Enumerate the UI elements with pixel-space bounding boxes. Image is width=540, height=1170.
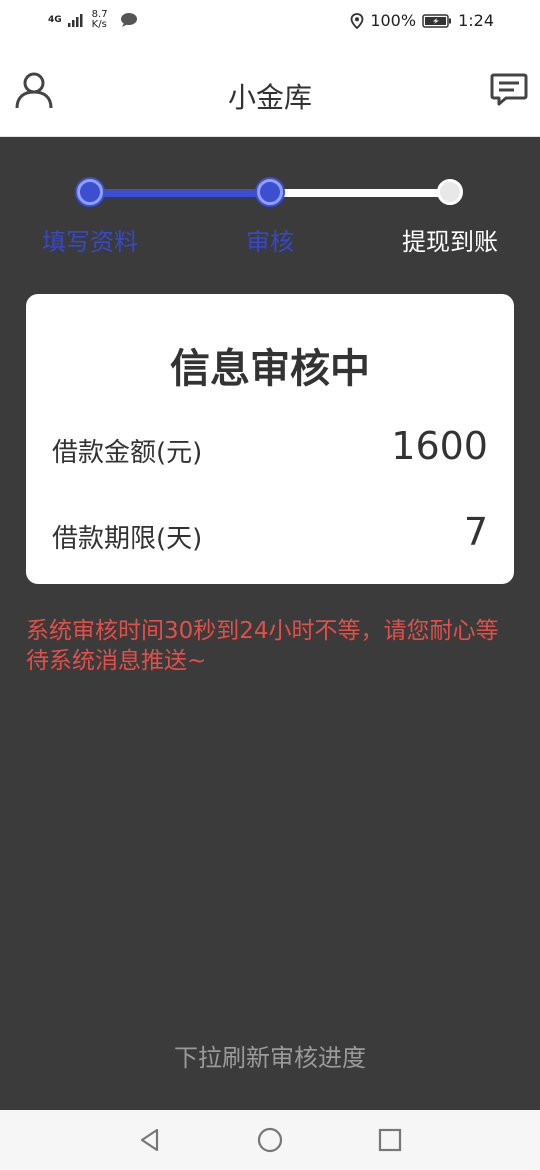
page-title: 小金库 — [227, 81, 312, 114]
step-dot-1 — [77, 179, 103, 205]
status-left: 4G 8.7 K/s — [48, 10, 138, 30]
step-label-2: 审核 — [246, 228, 294, 256]
system-nav-bar — [0, 1110, 540, 1170]
chat-bubble-icon — [120, 13, 137, 27]
back-icon[interactable] — [136, 1126, 164, 1154]
recents-icon[interactable] — [376, 1126, 404, 1154]
progress-track-completed — [90, 189, 270, 197]
status-right: 100% 1:24 — [350, 11, 494, 30]
loan-term-value: 7 — [463, 510, 488, 554]
battery-icon — [422, 13, 452, 28]
review-card: 信息审核中 借款金额(元) 1600 借款期限(天) 7 — [26, 294, 514, 584]
step-label-3: 提现到账 — [402, 228, 498, 256]
card-title: 信息审核中 — [170, 346, 370, 392]
pull-to-refresh-hint: 下拉刷新审核进度 — [174, 1044, 366, 1072]
battery-percent: 100% — [370, 11, 417, 30]
step-dot-3 — [437, 179, 463, 205]
progress-steps: 填写资料 审核 提现到账 — [0, 136, 540, 276]
messages-button[interactable] — [490, 72, 528, 108]
loan-amount-label: 借款金额(元) — [52, 438, 203, 468]
network-label: 4G — [48, 15, 62, 25]
signal-icon — [67, 14, 83, 27]
review-notice: 系统审核时间30秒到24小时不等，请您耐心等待系统消息推送~ — [26, 618, 499, 674]
screen: 4G 8.7 K/s 100% 1:24 小金库 填写资料 审核 提现到账 信息… — [0, 0, 540, 1170]
home-icon[interactable] — [256, 1126, 284, 1154]
app-header: 小金库 — [0, 46, 540, 137]
message-icon — [490, 73, 528, 106]
net-speed: 8.7 K/s — [92, 10, 114, 30]
step-label-1: 填写资料 — [42, 228, 138, 256]
loan-term-label: 借款期限(天) — [52, 524, 203, 554]
net-speed-unit: K/s — [91, 19, 107, 30]
progress-track-pending — [270, 189, 450, 197]
step-dot-2 — [257, 179, 283, 205]
status-bar: 4G 8.7 K/s 100% 1:24 — [0, 0, 540, 46]
location-icon — [350, 12, 364, 29]
loan-amount-value: 1600 — [391, 424, 488, 468]
clock: 1:24 — [458, 11, 494, 30]
